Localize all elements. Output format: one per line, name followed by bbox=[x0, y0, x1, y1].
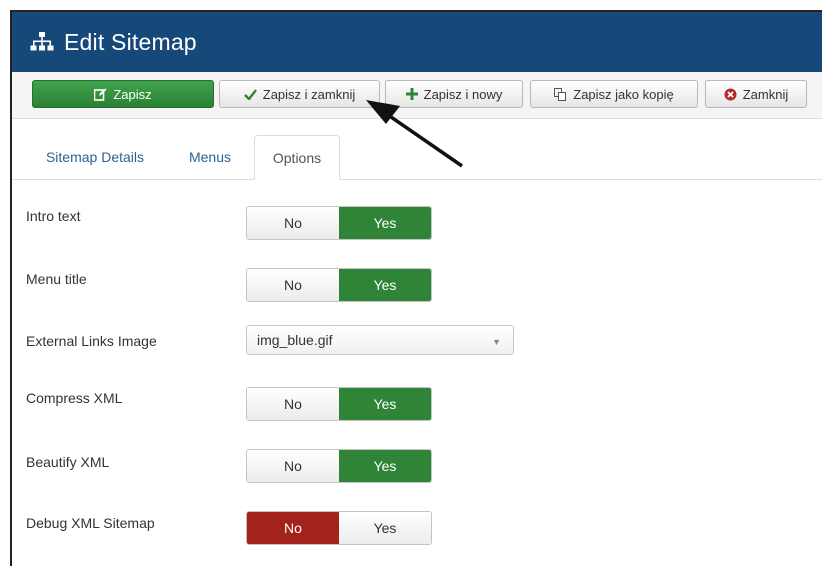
check-icon bbox=[243, 88, 257, 100]
intro-text-toggle[interactable]: No Yes bbox=[246, 206, 432, 240]
save-copy-button[interactable]: Zapisz jako kopię bbox=[530, 80, 698, 108]
external-links-image-label: External Links Image bbox=[26, 333, 157, 349]
save-button-label: Zapisz bbox=[113, 86, 152, 102]
sitemap-icon bbox=[30, 32, 54, 51]
beautify-xml-no[interactable]: No bbox=[247, 450, 339, 482]
debug-xml-sitemap-yes[interactable]: Yes bbox=[339, 512, 431, 544]
debug-xml-sitemap-no[interactable]: No bbox=[247, 512, 339, 544]
tab-sitemap-details[interactable]: Sitemap Details bbox=[30, 135, 160, 179]
tab-options[interactable]: Options bbox=[254, 135, 340, 180]
page-header: Edit Sitemap bbox=[12, 12, 822, 72]
edit-icon bbox=[94, 88, 107, 101]
menu-title-no[interactable]: No bbox=[247, 269, 339, 301]
save-button[interactable]: Zapisz bbox=[32, 80, 214, 108]
compress-xml-label: Compress XML bbox=[26, 390, 123, 406]
save-close-button-label: Zapisz i zamknij bbox=[262, 86, 356, 102]
external-links-image-select[interactable]: img_blue.gif ▼ bbox=[246, 325, 514, 355]
menu-title-label: Menu title bbox=[26, 271, 87, 287]
compress-xml-toggle[interactable]: No Yes bbox=[246, 387, 432, 421]
intro-text-label: Intro text bbox=[26, 208, 81, 224]
page-title: Edit Sitemap bbox=[64, 28, 197, 55]
debug-xml-sitemap-toggle[interactable]: No Yes bbox=[246, 511, 432, 545]
tab-menus[interactable]: Menus bbox=[175, 135, 245, 179]
debug-xml-sitemap-label: Debug XML Sitemap bbox=[26, 515, 155, 531]
close-button-label: Zamknij bbox=[742, 86, 789, 102]
intro-text-yes[interactable]: Yes bbox=[339, 207, 431, 239]
copy-icon bbox=[554, 87, 567, 101]
beautify-xml-label: Beautify XML bbox=[26, 454, 110, 470]
tab-bar: Sitemap Details Menus Options bbox=[12, 135, 822, 180]
intro-text-no[interactable]: No bbox=[247, 207, 339, 239]
close-button[interactable]: Zamknij bbox=[705, 80, 807, 108]
beautify-xml-yes[interactable]: Yes bbox=[339, 450, 431, 482]
menu-title-yes[interactable]: Yes bbox=[339, 269, 431, 301]
close-icon bbox=[724, 88, 737, 100]
save-copy-button-label: Zapisz jako kopię bbox=[573, 86, 674, 102]
menu-title-toggle[interactable]: No Yes bbox=[246, 268, 432, 302]
beautify-xml-toggle[interactable]: No Yes bbox=[246, 449, 432, 483]
compress-xml-no[interactable]: No bbox=[247, 388, 339, 420]
chevron-down-icon: ▼ bbox=[492, 337, 501, 347]
save-close-button[interactable]: Zapisz i zamknij bbox=[219, 80, 380, 108]
external-links-image-value: img_blue.gif bbox=[257, 332, 333, 348]
compress-xml-yes[interactable]: Yes bbox=[339, 388, 431, 420]
